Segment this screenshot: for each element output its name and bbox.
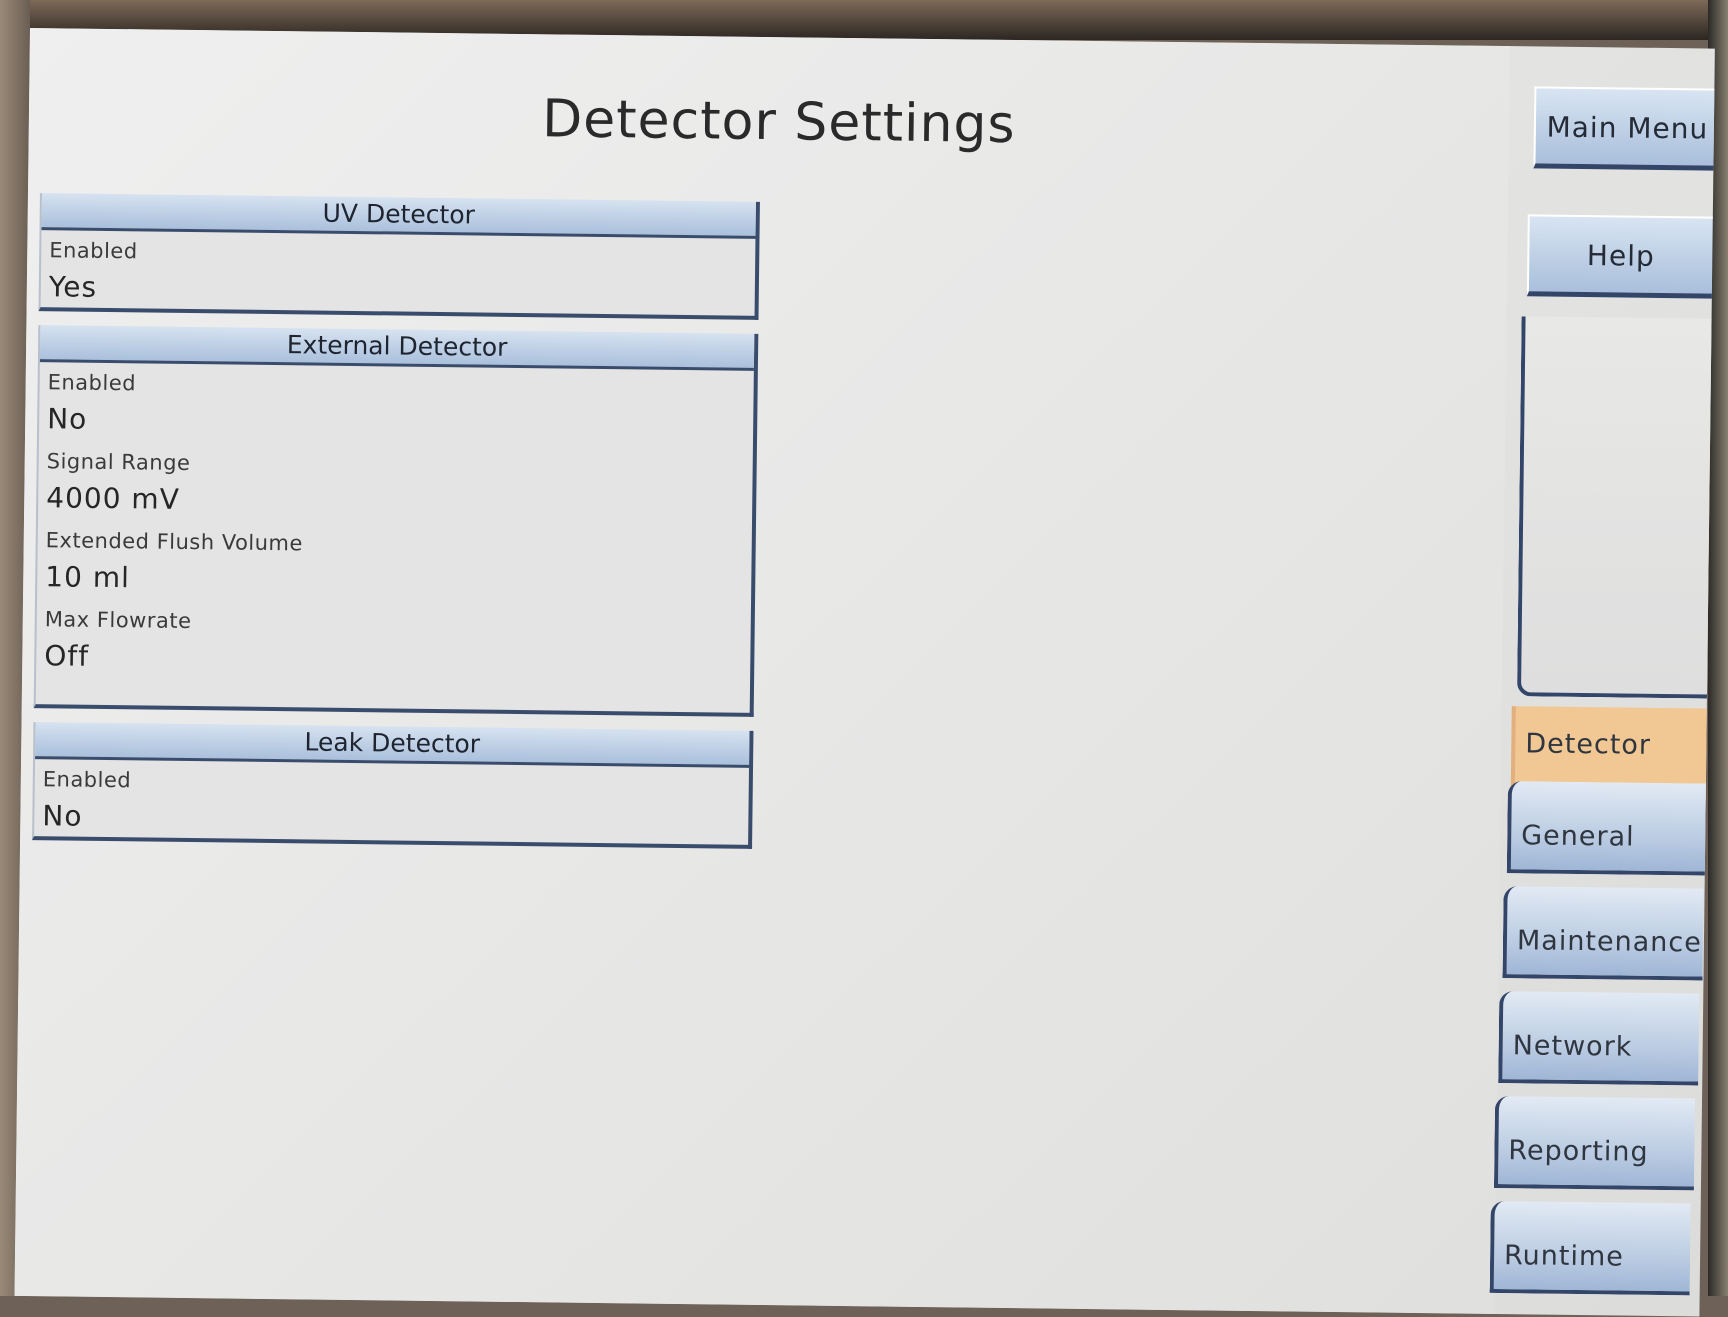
uv-enabled-setting[interactable]: Enabled Yes [41, 230, 756, 318]
tab-runtime[interactable]: Runtime [1489, 1200, 1691, 1296]
leak-detector-panel: Leak Detector Enabled No [32, 722, 754, 849]
help-button[interactable]: Help [1526, 214, 1715, 299]
main-menu-button[interactable]: Main Menu [1533, 86, 1715, 171]
screen: Detector Settings UV Detector Enabled Ye… [14, 28, 1715, 1317]
tab-reporting[interactable]: Reporting [1493, 1095, 1696, 1191]
signal-range-setting[interactable]: Signal Range 4000 mV [38, 441, 753, 529]
main-content-area: Detector Settings UV Detector Enabled Ye… [14, 28, 1510, 1314]
leak-enabled-value[interactable]: No [34, 793, 748, 847]
max-flowrate-value[interactable]: Off [36, 633, 750, 687]
tab-network[interactable]: Network [1498, 991, 1700, 1086]
external-detector-panel: External Detector Enabled No Signal Rang… [33, 325, 759, 717]
uv-enabled-value[interactable]: Yes [41, 264, 755, 318]
external-enabled-setting[interactable]: Enabled No [39, 362, 754, 450]
tab-general[interactable]: General [1506, 781, 1708, 876]
uv-detector-panel: UV Detector Enabled Yes [38, 193, 760, 320]
flush-volume-setting[interactable]: Extended Flush Volume 10 ml [37, 520, 752, 608]
page-title: Detector Settings [541, 89, 1016, 156]
sidebar-blank-panel [1516, 316, 1715, 699]
leak-enabled-setting[interactable]: Enabled No [34, 759, 749, 847]
max-flowrate-setting[interactable]: Max Flowrate Off [36, 599, 751, 687]
tab-maintenance[interactable]: Maintenance [1502, 886, 1704, 981]
